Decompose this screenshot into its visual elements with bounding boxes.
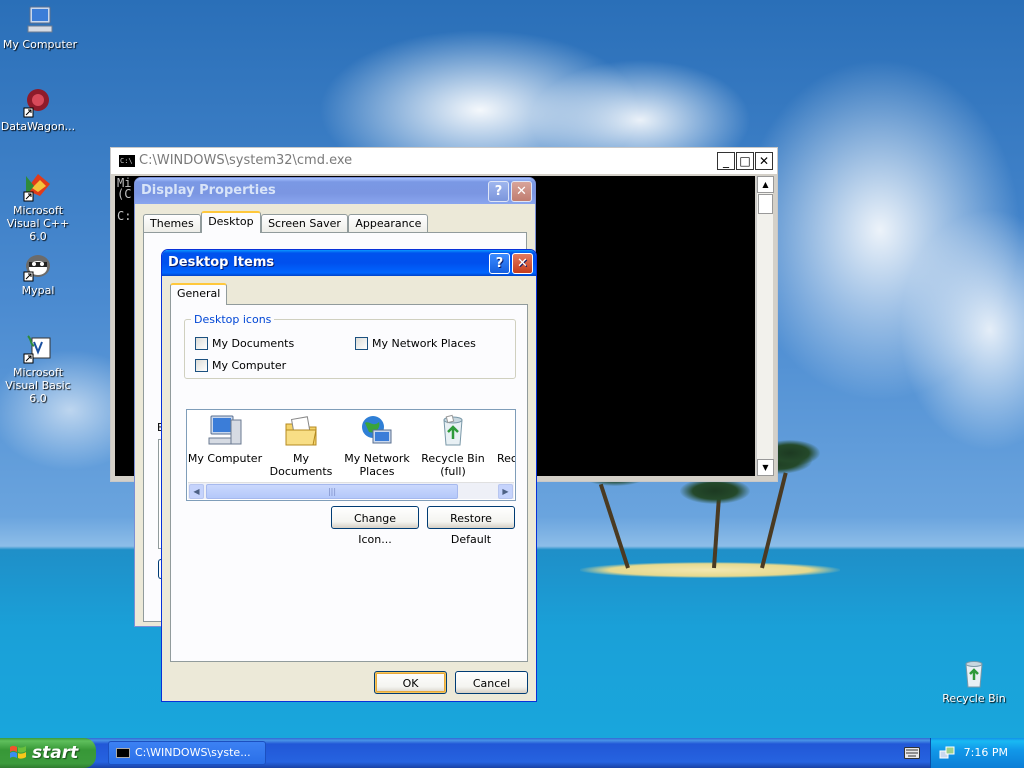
tab-desktop[interactable]: Desktop bbox=[201, 211, 261, 233]
network-places-icon bbox=[362, 416, 392, 444]
general-tab-panel: Desktop icons My Documents My Network Pl… bbox=[170, 304, 528, 662]
display-properties-tabs: Themes Desktop Screen Saver Appearance bbox=[143, 211, 429, 234]
desktop-items-title: Desktop Items bbox=[168, 255, 275, 270]
my-computer-icon bbox=[208, 415, 242, 445]
taskbar-item-cmd[interactable]: C:\WINDOWS\syste... bbox=[108, 741, 266, 765]
desktop-icon-label: DataWagon... bbox=[0, 120, 76, 133]
icon-list-view[interactable]: My Computer My Documents My Network Plac… bbox=[186, 409, 516, 501]
list-item-my-network-places[interactable]: My Network Places bbox=[339, 412, 415, 478]
list-item-recycle-bin[interactable]: Rec ( bbox=[491, 412, 516, 465]
palm-trunk bbox=[598, 483, 630, 569]
network-tray-icon[interactable] bbox=[939, 745, 955, 761]
desktop-icon-mypal[interactable]: Mypal bbox=[0, 250, 78, 297]
visual-basic-icon bbox=[23, 335, 51, 364]
checkbox-my-documents[interactable]: My Documents bbox=[195, 337, 294, 350]
list-item-label: Recycle Bin (full) bbox=[421, 452, 485, 478]
cmd-app-icon bbox=[116, 748, 130, 758]
scroll-up-arrow[interactable]: ▲ bbox=[757, 176, 774, 193]
windows-flag-icon bbox=[10, 745, 26, 759]
checkbox-box[interactable] bbox=[195, 359, 208, 372]
desktop-icon-datawagon[interactable]: DataWagon... bbox=[0, 86, 78, 133]
cmd-title: C:\WINDOWS\system32\cmd.exe bbox=[139, 153, 353, 168]
cmd-app-icon: C:\ bbox=[119, 155, 135, 167]
desktop-icon-my-computer[interactable]: My Computer bbox=[0, 4, 80, 51]
tab-screen-saver[interactable]: Screen Saver bbox=[261, 214, 348, 234]
checkbox-label: My Network Places bbox=[372, 337, 476, 350]
desktop-icon-visual-basic[interactable]: Microsoft Visual Basic 6.0 bbox=[0, 332, 78, 405]
list-item-label: My Computer bbox=[187, 452, 263, 465]
cmd-minimize-button[interactable]: _ bbox=[717, 152, 735, 170]
list-item-label: My Documents bbox=[269, 452, 333, 478]
desktop-items-tabs: General bbox=[170, 283, 228, 305]
taskbar: start C:\WINDOWS\syste... 7:16 PM bbox=[0, 738, 1024, 768]
desktop-icon-recycle-bin[interactable]: Recycle Bin bbox=[934, 658, 1014, 705]
cmd-title-bar[interactable]: C:\ C:\WINDOWS\system32\cmd.exe _ □ ✕ bbox=[111, 148, 777, 174]
list-item-label: My Network Places bbox=[344, 452, 410, 478]
keyboard-icon[interactable] bbox=[904, 747, 920, 759]
display-properties-title-bar[interactable]: Display Properties ? ✕ bbox=[135, 178, 535, 204]
tab-general[interactable]: General bbox=[170, 283, 228, 305]
desktop-icon-visual-cpp[interactable]: Microsoft Visual C++ 6.0 bbox=[0, 170, 78, 243]
icon-list-horizontal-scrollbar[interactable]: ◀ ||| ▶ bbox=[188, 482, 514, 499]
list-item-my-computer[interactable]: My Computer bbox=[187, 412, 263, 465]
console-line: (C bbox=[117, 187, 132, 201]
desktop-icon-label: Mypal bbox=[21, 284, 55, 297]
checkbox-box[interactable] bbox=[355, 337, 368, 350]
list-item-label: Rec ( bbox=[497, 452, 516, 465]
checkbox-box[interactable] bbox=[195, 337, 208, 350]
checkbox-label: My Documents bbox=[212, 337, 295, 350]
group-label: Desktop icons bbox=[194, 313, 272, 326]
clock[interactable]: 7:16 PM bbox=[964, 738, 1008, 768]
checkbox-my-computer[interactable]: My Computer bbox=[195, 359, 286, 372]
restore-default-button[interactable]: Restore Default bbox=[427, 506, 515, 546]
checkbox-my-network-places[interactable]: My Network Places bbox=[355, 337, 476, 350]
cmd-vertical-scrollbar[interactable]: ▲ ▼ bbox=[756, 176, 774, 476]
scroll-right-arrow[interactable]: ▶ bbox=[498, 484, 513, 499]
recycle-bin-icon bbox=[514, 414, 516, 448]
scroll-thumb[interactable] bbox=[757, 194, 773, 214]
mypal-icon bbox=[23, 255, 50, 282]
tab-appearance[interactable]: Appearance bbox=[348, 214, 429, 234]
recycle-bin-full-icon bbox=[443, 414, 463, 446]
cancel-button[interactable]: Cancel bbox=[455, 671, 528, 694]
help-button[interactable]: ? bbox=[488, 181, 509, 202]
taskbar-item-label: C:\WINDOWS\syste... bbox=[135, 746, 251, 759]
desktop-icon-label: Microsoft Visual Basic 6.0 bbox=[5, 366, 71, 405]
my-documents-icon bbox=[285, 416, 317, 446]
cmd-close-button[interactable]: ✕ bbox=[755, 152, 773, 170]
cmd-maximize-button[interactable]: □ bbox=[736, 152, 754, 170]
recycle-bin-icon bbox=[965, 661, 983, 688]
desktop-icon-label: Recycle Bin bbox=[942, 692, 1006, 705]
scroll-down-arrow[interactable]: ▼ bbox=[757, 459, 774, 476]
my-computer-icon bbox=[27, 6, 53, 33]
system-tray: 7:16 PM bbox=[930, 738, 1024, 768]
palm-trunk bbox=[760, 472, 788, 569]
list-item-recycle-bin-full[interactable]: Recycle Bin (full) bbox=[415, 412, 491, 478]
scroll-thumb[interactable]: ||| bbox=[206, 484, 458, 499]
display-properties-title: Display Properties bbox=[141, 183, 276, 198]
checkbox-label: My Computer bbox=[212, 359, 287, 372]
desktop-items-dialog[interactable]: Desktop Items ? ✕ General Desktop icons … bbox=[161, 249, 537, 702]
start-label: start bbox=[32, 743, 79, 763]
datawagon-icon bbox=[23, 89, 49, 118]
desktop-items-title-bar[interactable]: Desktop Items ? ✕ bbox=[162, 250, 536, 276]
close-button[interactable]: ✕ bbox=[512, 253, 533, 274]
desktop-icon-label: My Computer bbox=[2, 38, 78, 51]
close-button[interactable]: ✕ bbox=[511, 181, 532, 202]
tab-themes[interactable]: Themes bbox=[143, 214, 201, 234]
start-button[interactable]: start bbox=[0, 738, 96, 768]
island-decoration bbox=[580, 562, 840, 578]
change-icon-button[interactable]: Change Icon... bbox=[331, 506, 419, 546]
visual-cpp-icon bbox=[23, 174, 50, 202]
ok-button[interactable]: OK bbox=[374, 671, 447, 694]
help-button[interactable]: ? bbox=[489, 253, 510, 274]
console-line: C: bbox=[117, 209, 132, 223]
list-item-my-documents[interactable]: My Documents bbox=[263, 412, 339, 478]
desktop-icon-label: Microsoft Visual C++ 6.0 bbox=[6, 204, 70, 243]
scroll-left-arrow[interactable]: ◀ bbox=[189, 484, 204, 499]
